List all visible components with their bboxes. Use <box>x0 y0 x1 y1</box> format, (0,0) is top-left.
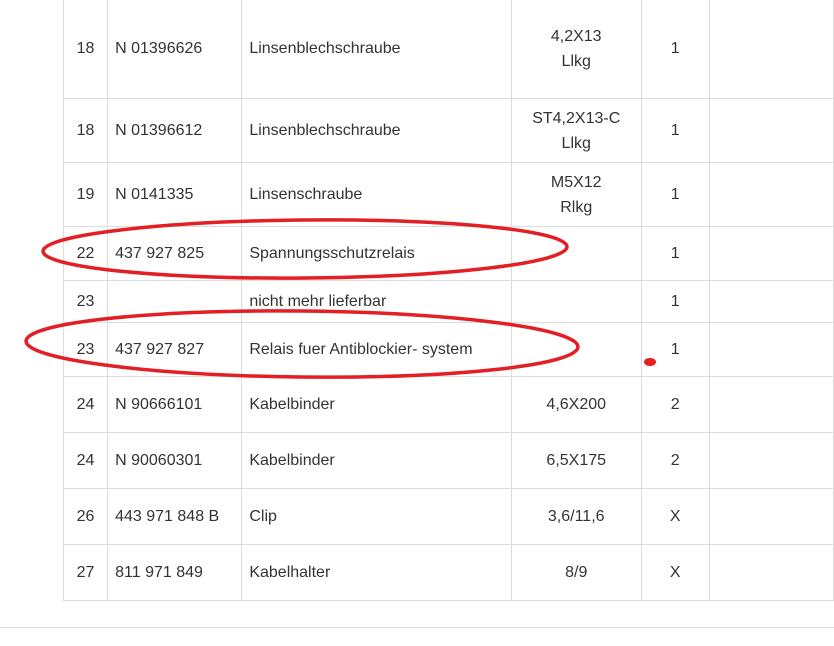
quantity-cell: 1 <box>640 280 710 323</box>
pos-cell: 18 <box>62 0 109 99</box>
spec-cell: 8/9 <box>510 544 642 601</box>
description-cell: Clip <box>241 488 512 545</box>
empty-cell <box>708 322 834 377</box>
part-number-cell: 811 971 849 <box>107 544 243 601</box>
part-number-cell: N 0141335 <box>107 162 243 227</box>
pos-cell: 24 <box>62 432 109 489</box>
description-cell: Kabelhalter <box>241 544 512 601</box>
part-number-cell: N 90666101 <box>107 376 243 433</box>
table-row: 18 N 01396612 Linsenblechschraube ST4,2X13-… <box>62 98 834 163</box>
table-row: 23 nicht mehr lieferbar 1 <box>62 280 834 323</box>
table-row: 19 N 0141335 Linsenschraube M5X12 Rlkg 1 <box>62 162 834 227</box>
table-row: 18 N 01396626 Linsenblechschraube 4,2X13 Ll… <box>62 0 834 99</box>
spec-cell: 3,6/11,6 <box>510 488 642 545</box>
part-number-cell: 437 927 827 <box>107 322 243 377</box>
pos-cell: 26 <box>62 488 109 545</box>
pos-cell: 23 <box>62 322 109 377</box>
spec-cell: 4,6X200 <box>510 376 642 433</box>
bottom-divider <box>0 627 834 628</box>
quantity-cell: 1 <box>640 322 710 377</box>
pos-cell: 22 <box>62 226 109 281</box>
quantity-cell: X <box>640 488 710 545</box>
description-cell: Linsenschraube <box>241 162 512 227</box>
table-row: 24 N 90666101 Kabelbinder 4,6X200 2 <box>62 376 834 433</box>
description-cell: Relais fuer Antiblockier- system <box>241 322 512 377</box>
pos-cell: 18 <box>62 98 109 163</box>
spec-cell: 6,5X175 <box>510 432 642 489</box>
part-number-cell: N 01396612 <box>107 98 243 163</box>
table-row: 26 443 971 848 B Clip 3,6/11,6 X <box>62 488 834 545</box>
part-number-cell: N 90060301 <box>107 432 243 489</box>
part-number-cell: 443 971 848 B <box>107 488 243 545</box>
description-cell: nicht mehr lieferbar <box>241 280 512 323</box>
description-cell: Linsenblechschraube <box>241 0 512 99</box>
parts-table: 18 N 01396626 Linsenblechschraube 4,2X13 Ll… <box>62 0 834 601</box>
empty-cell <box>708 226 834 281</box>
quantity-cell: X <box>640 544 710 601</box>
empty-cell <box>708 0 834 99</box>
spec-cell <box>510 280 642 323</box>
quantity-cell: 1 <box>640 162 710 227</box>
quantity-cell: 2 <box>640 432 710 489</box>
empty-cell <box>708 544 834 601</box>
empty-cell <box>708 376 834 433</box>
empty-cell <box>708 98 834 163</box>
spec-cell: ST4,2X13-C Llkg <box>510 98 642 163</box>
empty-cell <box>708 280 834 323</box>
empty-cell <box>708 488 834 545</box>
pos-cell: 27 <box>62 544 109 601</box>
quantity-cell: 2 <box>640 376 710 433</box>
part-number-cell <box>107 280 243 323</box>
table-row: 27 811 971 849 Kabelhalter 8/9 X <box>62 544 834 601</box>
description-cell: Kabelbinder <box>241 376 512 433</box>
pos-cell: 19 <box>62 162 109 227</box>
pos-cell: 23 <box>62 280 109 323</box>
table-row: 23 437 927 827 Relais fuer Antiblockier- s… <box>62 322 834 377</box>
description-cell: Kabelbinder <box>241 432 512 489</box>
part-number-cell: 437 927 825 <box>107 226 243 281</box>
part-number-cell: N 01396626 <box>107 0 243 99</box>
table-row: 22 437 927 825 Spannungsschutzrelais 1 <box>62 226 834 281</box>
quantity-cell: 1 <box>640 0 710 99</box>
pos-cell: 24 <box>62 376 109 433</box>
empty-cell <box>708 432 834 489</box>
spec-cell <box>510 322 642 377</box>
empty-cell <box>708 162 834 227</box>
description-cell: Spannungsschutzrelais <box>241 226 512 281</box>
description-cell: Linsenblechschraube <box>241 98 512 163</box>
spec-cell: 4,2X13 Llkg <box>510 0 642 99</box>
table-row: 24 N 90060301 Kabelbinder 6,5X175 2 <box>62 432 834 489</box>
quantity-cell: 1 <box>640 226 710 281</box>
spec-cell: M5X12 Rlkg <box>510 162 642 227</box>
quantity-cell: 1 <box>640 98 710 163</box>
spec-cell <box>510 226 642 281</box>
